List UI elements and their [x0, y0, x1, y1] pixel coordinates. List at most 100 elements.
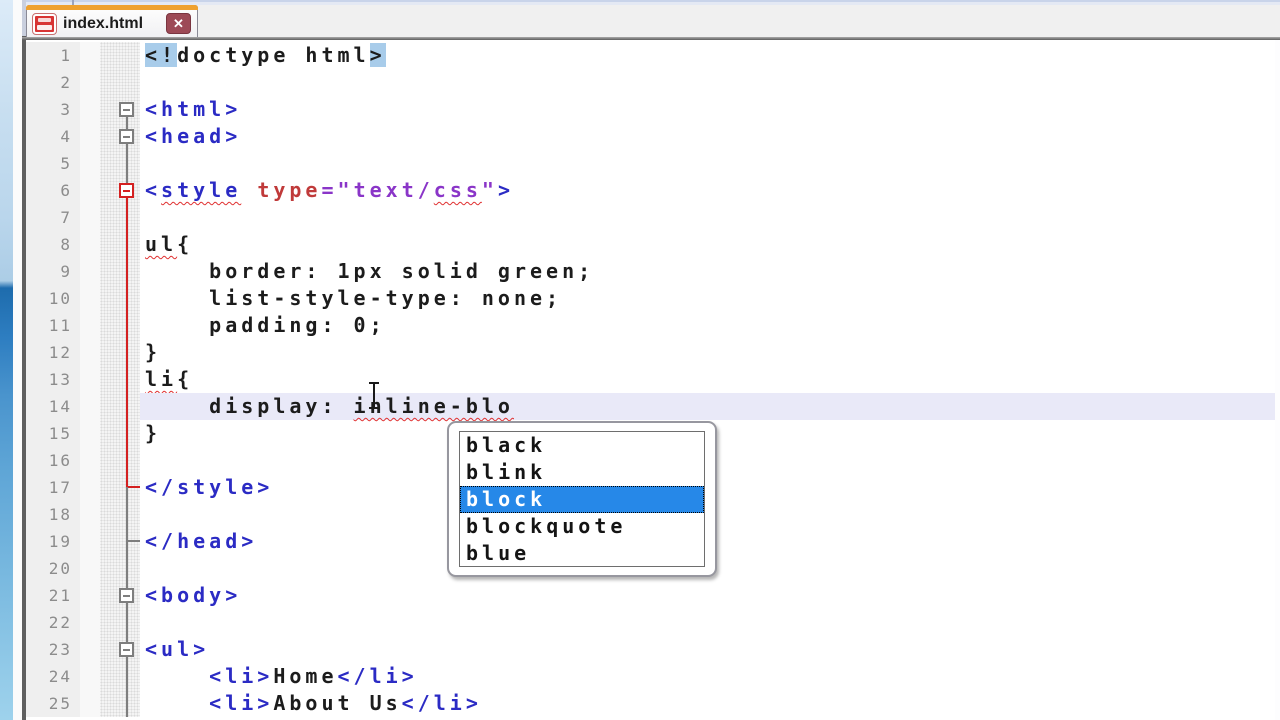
code-token: </li>: [401, 691, 482, 715]
gutter-gap: [80, 285, 100, 312]
line-number: 25: [26, 690, 80, 717]
code-token: <body>: [145, 583, 242, 607]
fold-margin: [100, 420, 140, 447]
autocomplete-list[interactable]: black blink block blockquote blue: [459, 431, 705, 567]
gutter-gap: [80, 474, 100, 501]
gutter-gap: [80, 447, 100, 474]
autocomplete-item[interactable]: black: [460, 432, 704, 459]
gutter-gap: [80, 582, 100, 609]
line-number: 3: [26, 96, 80, 123]
code-token: About Us: [273, 691, 402, 715]
fold-margin: [100, 312, 140, 339]
code-token: }: [145, 421, 162, 445]
fold-margin: [100, 285, 140, 312]
text-editor-surface[interactable]: 1 <!doctype html> 2 3 <html> 4 <head> 5 6 <style …: [26, 40, 1280, 720]
code-text: list-style-type: none;: [140, 285, 1280, 312]
gutter-gap: [80, 150, 100, 177]
fold-margin: [100, 123, 140, 150]
gutter-gap: [80, 609, 100, 636]
code-token: padding: 0;: [145, 313, 386, 337]
gutter-gap: [80, 663, 100, 690]
code-token: <html>: [145, 97, 242, 121]
fold-margin: [100, 177, 140, 204]
fold-toggle-icon[interactable]: [119, 588, 134, 603]
tab-label: index.html: [63, 14, 144, 32]
fold-toggle-icon[interactable]: [119, 642, 134, 657]
autocomplete-item[interactable]: blink: [460, 459, 704, 486]
code-token: <head>: [145, 124, 242, 148]
fold-margin: [100, 636, 140, 663]
unsaved-floppy-icon: [32, 12, 57, 35]
autocomplete-item[interactable]: blockquote: [460, 513, 704, 540]
code-token: {: [177, 367, 194, 391]
code-token: ul: [145, 232, 178, 256]
fold-margin: [100, 690, 140, 717]
gutter-gap: [80, 555, 100, 582]
fold-margin: [100, 150, 140, 177]
code-text: <head>: [140, 123, 1280, 150]
window-gap: [13, 0, 22, 720]
code-line: 13 li{: [26, 366, 1280, 393]
tab-close-button[interactable]: ✕: [166, 13, 191, 34]
fold-margin: [100, 339, 140, 366]
fold-toggle-icon[interactable]: [119, 129, 134, 144]
line-number: 2: [26, 69, 80, 96]
code-token: <: [145, 178, 162, 202]
fold-toggle-icon[interactable]: [119, 102, 134, 117]
line-number: 8: [26, 231, 80, 258]
code-token: </head>: [145, 529, 258, 553]
line-number: 11: [26, 312, 80, 339]
gutter-gap: [80, 420, 100, 447]
line-number: 16: [26, 447, 80, 474]
code-line: 5: [26, 150, 1280, 177]
fold-toggle-icon[interactable]: [119, 183, 134, 198]
line-number: 13: [26, 366, 80, 393]
line-number: 12: [26, 339, 80, 366]
code-text-current-line: display: inline-blo: [140, 393, 1280, 420]
code-line: 21 <body>: [26, 582, 1280, 609]
line-number: 9: [26, 258, 80, 285]
code-line: 14 display: inline-blo: [26, 393, 1280, 420]
code-token: display:: [145, 394, 354, 418]
gutter-gap: [80, 231, 100, 258]
code-token: ": [481, 178, 498, 202]
code-text: <li>Home</li>: [140, 663, 1280, 690]
code-token: border: 1px solid green;: [145, 259, 595, 283]
code-token: ="text/: [321, 178, 434, 202]
fold-margin: [100, 501, 140, 528]
code-token: <ul>: [145, 637, 210, 661]
code-token: </li>: [337, 664, 418, 688]
code-text: <li>About Us</li>: [140, 690, 1280, 717]
gutter-gap: [80, 96, 100, 123]
autocomplete-item[interactable]: block: [460, 486, 704, 513]
gutter-gap: [80, 636, 100, 663]
gutter-gap: [80, 312, 100, 339]
code-line: 2: [26, 69, 1280, 96]
code-line: 6 <style type="text/css">: [26, 177, 1280, 204]
code-token: css: [433, 178, 482, 202]
autocomplete-item[interactable]: blue: [460, 540, 704, 566]
code-line: 1 <!doctype html>: [26, 42, 1280, 69]
desktop-edge-strip: [0, 0, 13, 720]
fold-margin: [100, 366, 140, 393]
code-line: 3 <html>: [26, 96, 1280, 123]
line-number: 1: [26, 42, 80, 69]
code-text: border: 1px solid green;: [140, 258, 1280, 285]
code-text: <!doctype html>: [140, 42, 1280, 69]
line-number: 20: [26, 555, 80, 582]
gutter-gap: [80, 690, 100, 717]
code-token: li: [145, 367, 178, 391]
gutter-gap: [80, 393, 100, 420]
code-line: 4 <head>: [26, 123, 1280, 150]
tab-index-html[interactable]: index.html ✕: [26, 5, 198, 37]
gutter-gap: [80, 204, 100, 231]
fold-margin: [100, 393, 140, 420]
code-text: <ul>: [140, 636, 1280, 663]
fold-margin: [100, 474, 140, 501]
code-token: doctype html: [177, 43, 370, 67]
